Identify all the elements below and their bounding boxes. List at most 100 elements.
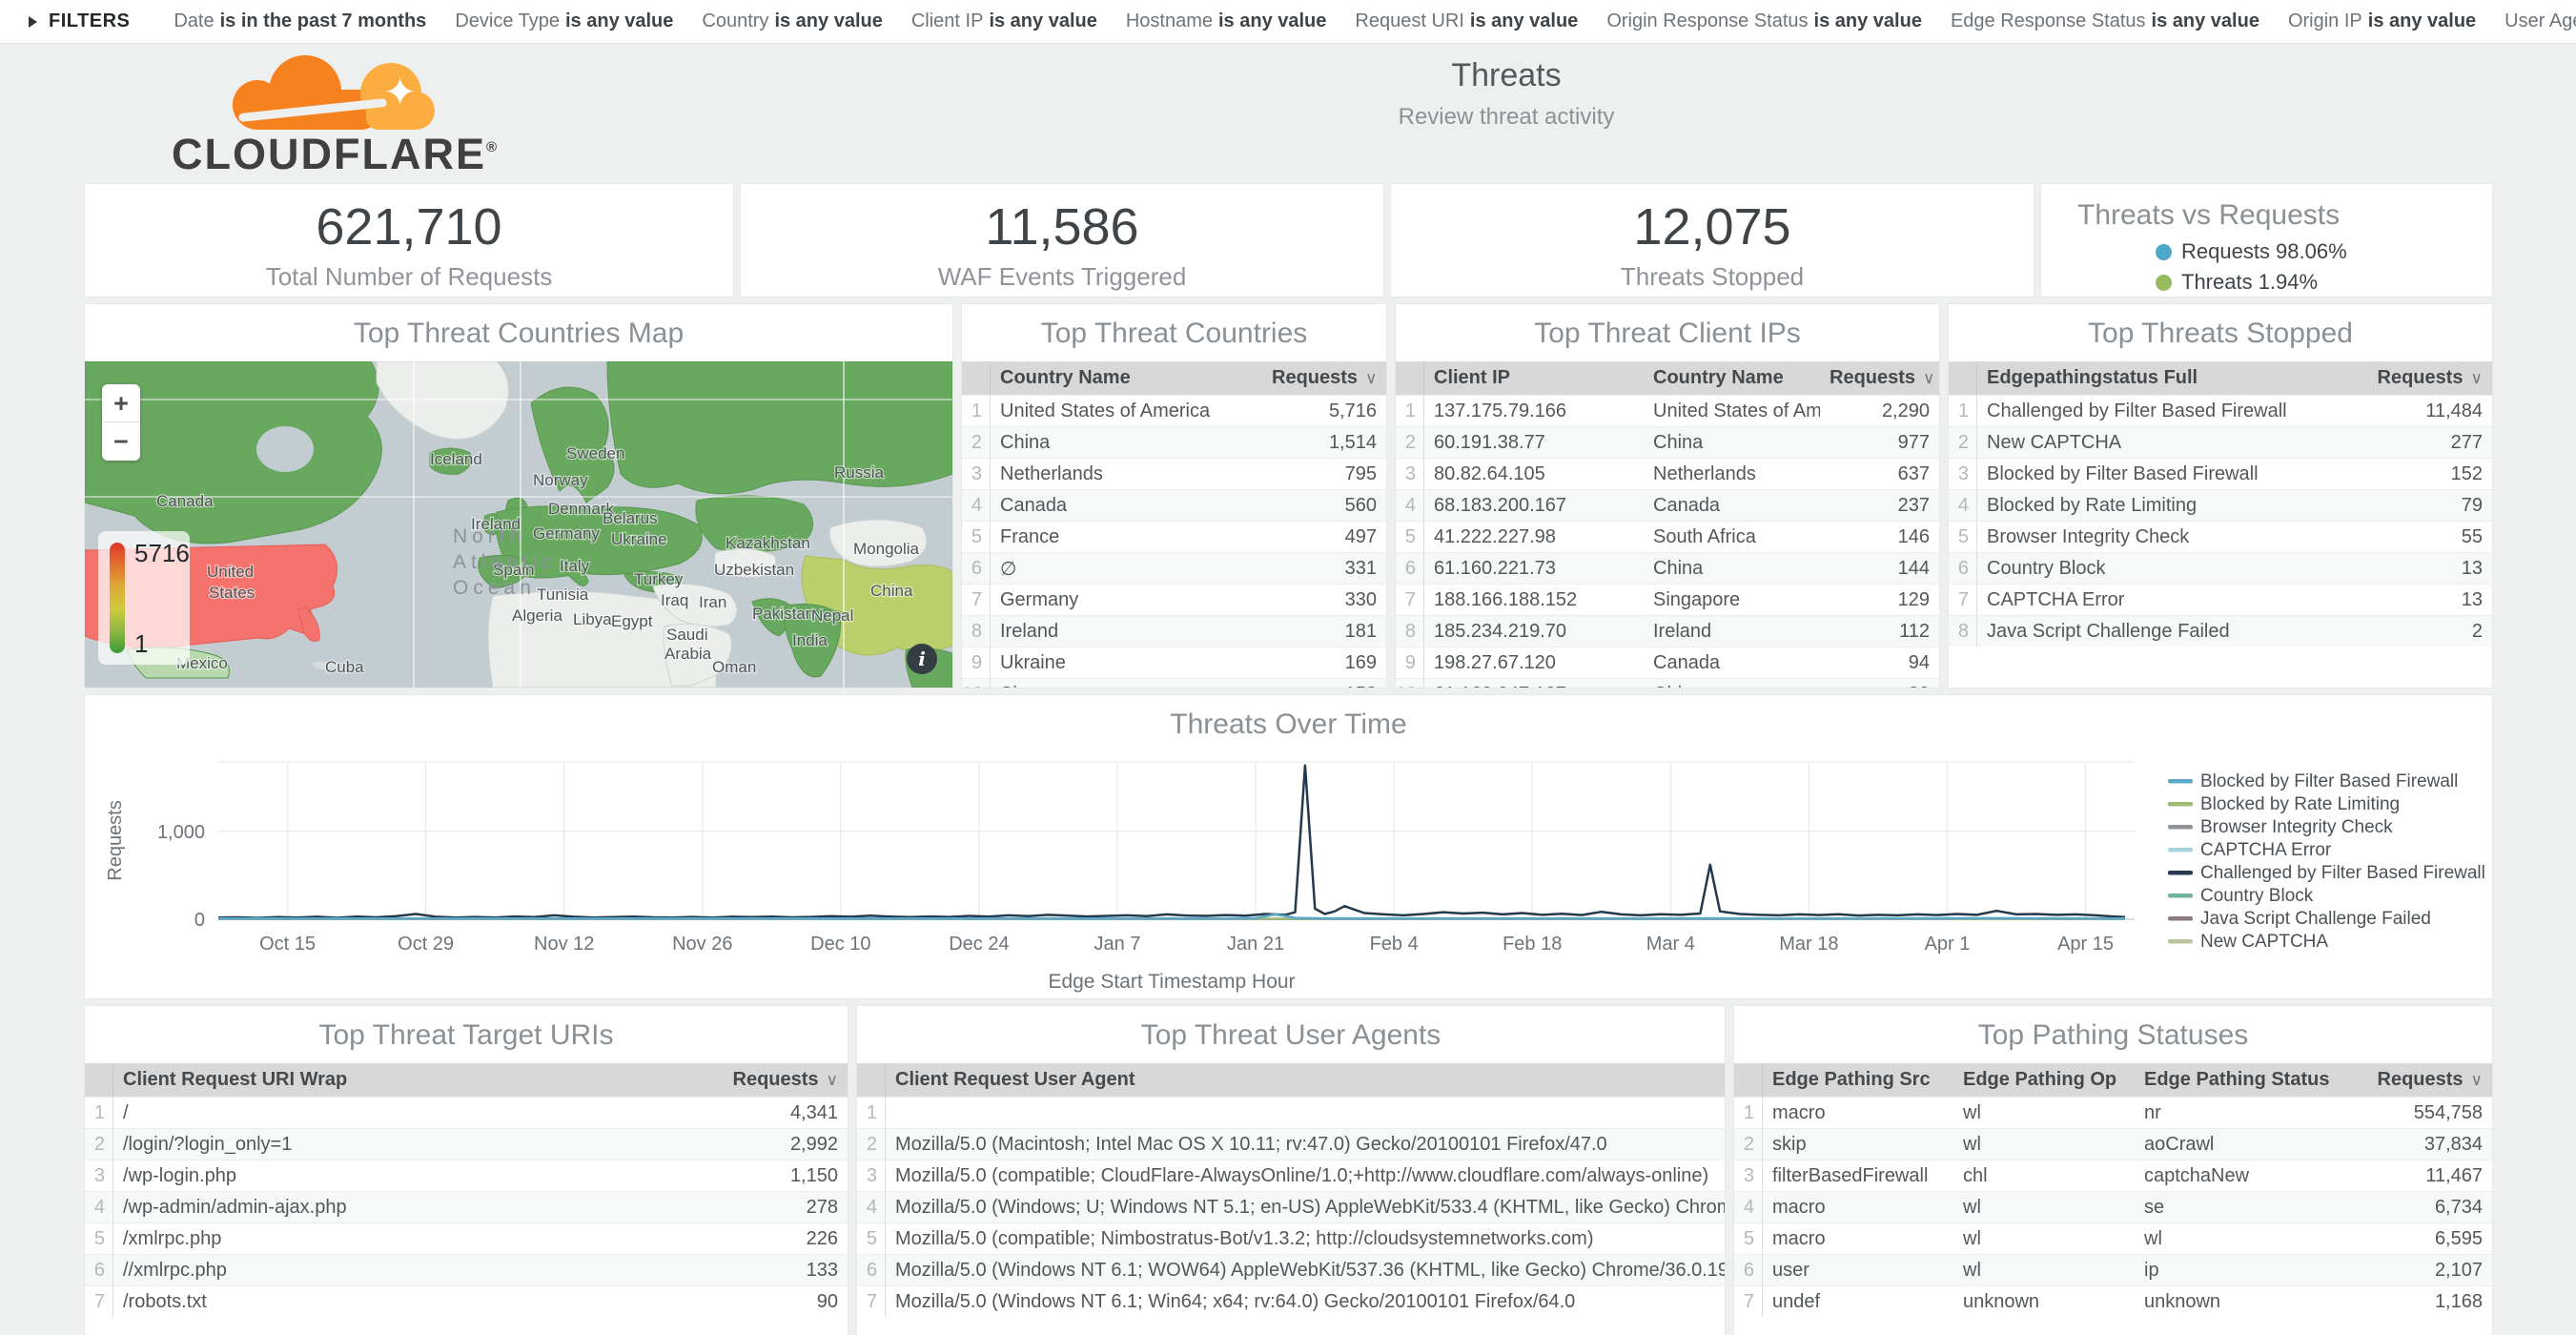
world-map[interactable]: + − 5716 1 i CanadaUnitedStatesMexicoCub… xyxy=(85,361,952,688)
zoom-in-button[interactable]: + xyxy=(102,384,140,422)
filter-value: is any value xyxy=(1470,10,1578,31)
table-cell: wl xyxy=(2135,1222,2354,1254)
chart-legend-label[interactable]: Challenged by Filter Based Firewall xyxy=(2200,863,2485,883)
row-index: 10 xyxy=(962,678,991,688)
filter-chip[interactable]: User Agentis any value xyxy=(2504,10,2576,31)
filter-chip[interactable]: Origin IPis any value xyxy=(2288,10,2476,31)
table-row: 3Netherlands795 xyxy=(962,458,1386,489)
table-cell: Java Script Challenge Failed xyxy=(1977,615,2359,647)
column-header[interactable]: Client IP xyxy=(1424,361,1644,395)
column-header[interactable]: Edge Pathing Op xyxy=(1953,1063,2135,1097)
ocean-label: Atlantic xyxy=(453,551,557,573)
filters-expand-icon[interactable] xyxy=(29,16,37,28)
column-header[interactable]: Country Name xyxy=(1644,361,1820,395)
chart-legend-label[interactable]: Browser Integrity Check xyxy=(2200,817,2393,837)
table-cell: New CAPTCHA xyxy=(1977,426,2359,458)
row-index: 5 xyxy=(1949,521,1977,552)
map-info-button[interactable]: i xyxy=(907,644,937,674)
table-cell: 13 xyxy=(2359,552,2492,584)
panel-title: Top Threat Countries xyxy=(962,304,1386,350)
table-cell: China xyxy=(991,426,1262,458)
x-tick-label: Jan 7 xyxy=(1094,934,1141,955)
sort-desc-icon[interactable]: ∨ xyxy=(2471,1071,2483,1089)
column-header[interactable]: Requests∨ xyxy=(719,1063,848,1097)
table-row: 1 xyxy=(857,1097,1725,1128)
table-row: 5France497 xyxy=(962,521,1386,552)
column-header[interactable]: Edge Pathing Src xyxy=(1763,1063,1953,1097)
filter-chip[interactable]: Countryis any value xyxy=(702,10,882,31)
column-header[interactable]: Requests∨ xyxy=(1820,361,1939,395)
table-cell: aoCrawl xyxy=(2135,1128,2354,1160)
table-target_uris: Client Request URI WrapRequests∨1/4,3412… xyxy=(85,1063,848,1335)
table-row: 4Canada560 xyxy=(962,489,1386,521)
row-index: 7 xyxy=(962,584,991,615)
stat-label: Threats Stopped xyxy=(1391,262,2034,292)
row-index: 9 xyxy=(1396,647,1424,678)
chart-legend-label[interactable]: Country Block xyxy=(2200,886,2314,906)
filter-value: is in the past 7 months xyxy=(220,10,427,31)
column-header[interactable]: Requests∨ xyxy=(2354,1063,2492,1097)
table-cell: 94 xyxy=(1820,647,1939,678)
filter-chip[interactable]: Request URI is any value xyxy=(1355,10,1578,31)
table-cell: Mozilla/5.0 (Windows; U; Windows NT 5.1;… xyxy=(886,1191,1725,1222)
table-row: 9198.27.67.120Canada94 xyxy=(1396,647,1939,678)
map-label-uzbekistan: Uzbekistan xyxy=(714,561,794,579)
table-row: 7Germany330 xyxy=(962,584,1386,615)
filter-chip[interactable]: Hostnameis any value xyxy=(1126,10,1327,31)
table-cell: 497 xyxy=(1262,521,1386,552)
row-index: 7 xyxy=(85,1285,113,1317)
filter-chip[interactable]: Dateis in the past 7 months xyxy=(174,10,426,31)
column-header[interactable]: Client Request User Agent xyxy=(886,1063,1725,1097)
chart-legend-label[interactable]: Java Script Challenge Failed xyxy=(2200,909,2431,929)
table-cell: Challenged by Filter Based Firewall xyxy=(1977,395,2359,426)
row-index: 2 xyxy=(1396,426,1424,458)
table-cell: /xmlrpc.php xyxy=(113,1222,719,1254)
column-header-label: Client Request URI Wrap xyxy=(123,1069,347,1090)
column-header[interactable]: Requests∨ xyxy=(2359,361,2492,395)
column-header[interactable]: Edge Pathing Status xyxy=(2135,1063,2354,1097)
country-russia[interactable] xyxy=(607,361,952,494)
filter-field-label: Request URI xyxy=(1355,10,1464,31)
x-tick-label: Dec 10 xyxy=(810,934,870,955)
table-cell: 169 xyxy=(1262,647,1386,678)
table-row: 5macrowlwl6,595 xyxy=(1734,1222,2492,1254)
filter-bar: FILTERS Dateis in the past 7 months Devic… xyxy=(0,0,2576,44)
panel-title: Threats vs Requests xyxy=(2077,199,2492,232)
zoom-out-button[interactable]: − xyxy=(102,422,140,461)
chart-legend-label[interactable]: Blocked by Filter Based Firewall xyxy=(2200,771,2458,791)
x-tick-label: Oct 15 xyxy=(259,934,316,955)
sparkle-icon: ✦ xyxy=(383,72,417,113)
row-index: 6 xyxy=(1734,1254,1763,1285)
filter-chip[interactable]: Device Typeis any value xyxy=(455,10,673,31)
sort-desc-icon[interactable]: ∨ xyxy=(827,1071,838,1089)
filter-chip[interactable]: Client IPis any value xyxy=(911,10,1097,31)
sort-desc-icon[interactable]: ∨ xyxy=(2471,369,2483,387)
column-header[interactable]: Client Request URI Wrap xyxy=(113,1063,719,1097)
chart-legend-label[interactable]: New CAPTCHA xyxy=(2200,932,2328,952)
threats-over-time-chart[interactable]: 01,000Oct 15Oct 29Nov 12Nov 26Dec 10Dec … xyxy=(85,741,2492,996)
table-cell: Blocked by Filter Based Firewall xyxy=(1977,458,2359,489)
chart-legend-label[interactable]: CAPTCHA Error xyxy=(2200,840,2332,860)
filter-chip[interactable]: Edge Response Statusis any value xyxy=(1951,10,2259,31)
column-header[interactable]: Edgepathingstatus Full xyxy=(1977,361,2359,395)
x-tick-label: Feb 18 xyxy=(1503,934,1562,955)
table-row: 7undefunknownunknown1,168 xyxy=(1734,1285,2492,1317)
table-row: 2New CAPTCHA277 xyxy=(1949,426,2492,458)
table-row: 1061.160.247.127China89 xyxy=(1396,678,1939,688)
y-tick-label: 1,000 xyxy=(157,822,205,843)
chart-legend-label[interactable]: Blocked by Rate Limiting xyxy=(2200,794,2400,814)
x-tick-label: Apr 15 xyxy=(2057,934,2114,955)
sort-desc-icon[interactable]: ∨ xyxy=(1365,369,1377,387)
column-header[interactable]: Requests∨ xyxy=(1262,361,1386,395)
filters-toggle[interactable]: FILTERS xyxy=(49,10,130,32)
column-header-label: Client IP xyxy=(1434,367,1510,388)
table-row: 4macrowlse6,734 xyxy=(1734,1191,2492,1222)
row-index: 4 xyxy=(85,1191,113,1222)
sort-desc-icon[interactable]: ∨ xyxy=(1923,369,1934,387)
map-label-united: United xyxy=(207,563,254,581)
filter-chip[interactable]: Origin Response Statusis any value xyxy=(1606,10,1922,31)
filter-field-label: Device Type xyxy=(455,10,560,31)
column-header[interactable]: Country Name xyxy=(991,361,1262,395)
map-label-libya: Libya xyxy=(573,610,612,628)
table-cell: nr xyxy=(2135,1097,2354,1128)
